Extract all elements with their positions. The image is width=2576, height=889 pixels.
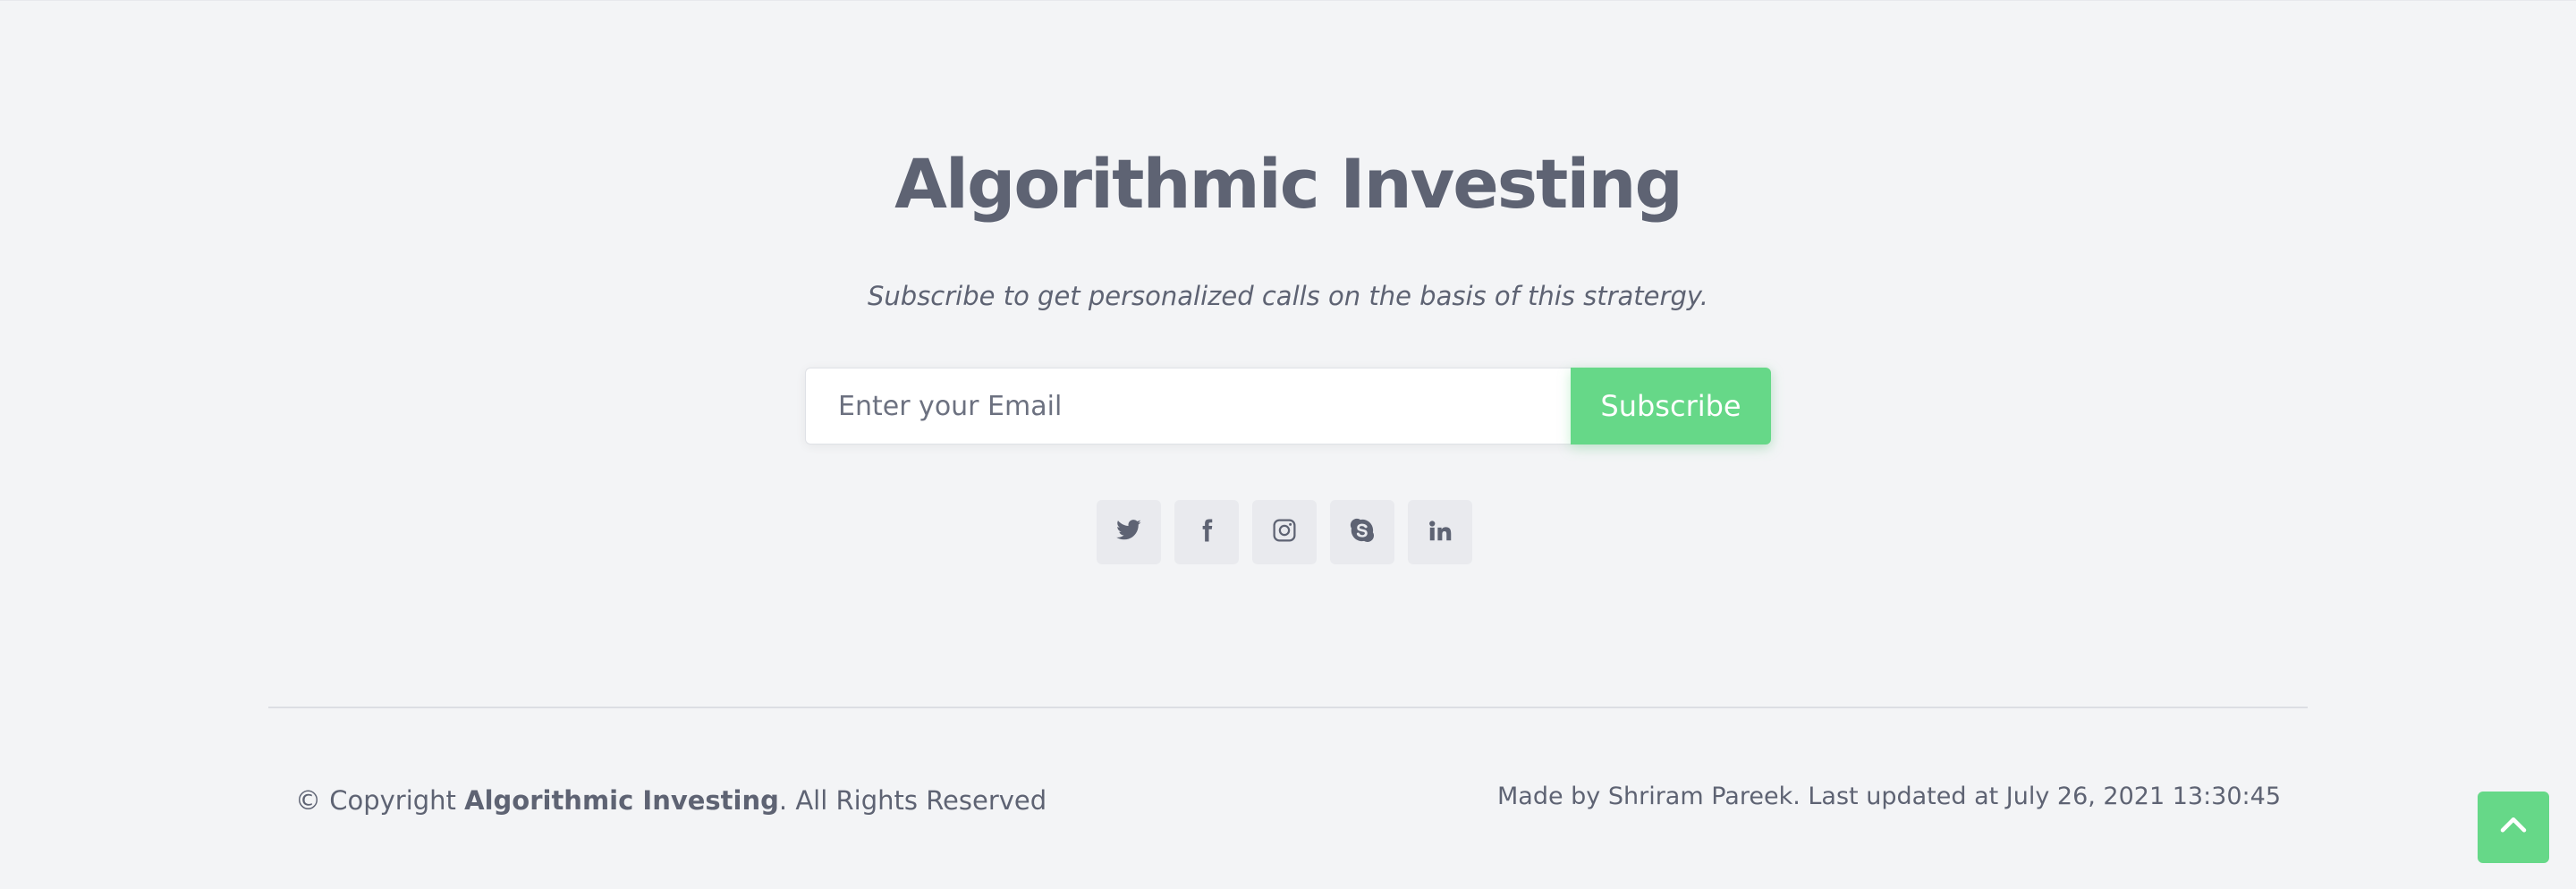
subscribe-button[interactable]: Subscribe (1571, 368, 1771, 444)
facebook-icon (1193, 517, 1220, 547)
copyright-text: © Copyright Algorithmic Investing. All R… (295, 781, 1046, 820)
twitter-icon (1115, 517, 1142, 547)
chevron-up-icon (2497, 809, 2529, 845)
copyright-brand: Algorithmic Investing (464, 785, 779, 816)
copyright-suffix: . All Rights Reserved (778, 785, 1047, 816)
linkedin-icon (1427, 517, 1453, 547)
email-input[interactable] (805, 368, 1571, 444)
subscribe-form: Subscribe (805, 368, 1771, 444)
facebook-link[interactable] (1174, 500, 1239, 564)
linkedin-link[interactable] (1408, 500, 1472, 564)
footer-title: Algorithmic Investing (894, 144, 1683, 224)
instagram-icon (1271, 517, 1298, 547)
twitter-link[interactable] (1097, 500, 1161, 564)
subscribe-tagline: Subscribe to get personalized calls on t… (868, 281, 1708, 311)
footer: Algorithmic Investing Subscribe to get p… (0, 0, 2576, 889)
instagram-link[interactable] (1252, 500, 1317, 564)
social-links (1097, 500, 1472, 564)
skype-icon (1349, 517, 1376, 547)
footer-divider (268, 707, 2308, 708)
skype-link[interactable] (1330, 500, 1394, 564)
back-to-top-button[interactable] (2478, 792, 2549, 863)
credits-text: Made by Shriram Pareek. Last updated at … (1496, 783, 2281, 810)
copyright-prefix: © Copyright (295, 785, 465, 816)
